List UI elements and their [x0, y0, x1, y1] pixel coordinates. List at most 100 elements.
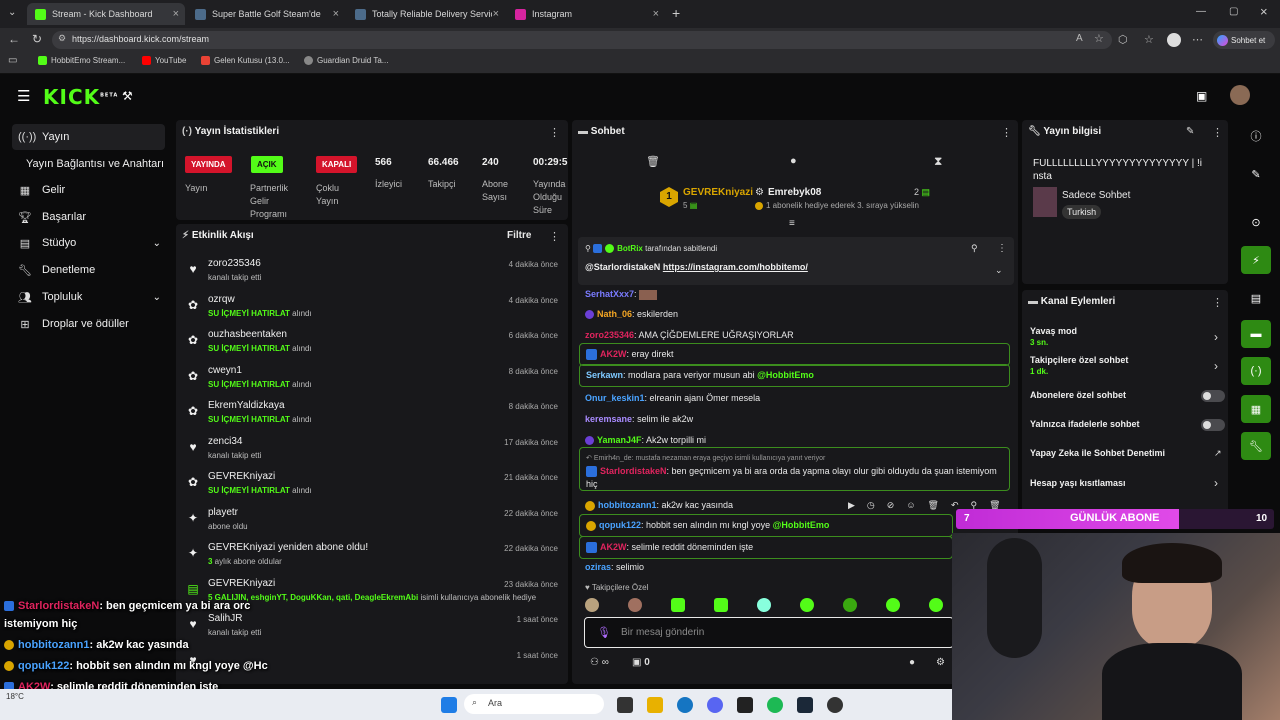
- chat-menu-icon[interactable]: ⋮: [1001, 126, 1012, 139]
- chat-message[interactable]: Onur_keskin1: elreanin ajanı Ömer mesela: [579, 388, 1010, 409]
- hamburger-menu-icon[interactable]: ☰: [17, 87, 30, 105]
- emote-icon[interactable]: [714, 598, 728, 612]
- tab-instagram[interactable]: Instagram ×: [507, 3, 665, 25]
- bookmark-gmail[interactable]: Gelen Kutusu (13.0...: [201, 56, 290, 65]
- url-field[interactable]: ⚙ https://dashboard.kick.com/stream A ☆: [52, 31, 1112, 49]
- windows-start-icon[interactable]: [441, 697, 457, 713]
- pinned-link[interactable]: https://instagram.com/hobbitemo/: [663, 262, 808, 272]
- wrench-icon[interactable]: 🔧︎: [1241, 432, 1271, 460]
- category-thumbnail[interactable]: [1033, 187, 1057, 217]
- edge-icon[interactable]: [677, 697, 693, 713]
- close-tab-icon[interactable]: ×: [173, 8, 179, 20]
- chat-message[interactable]: ↶ Emirh4n_de: mustafa nezaman eraya geçi…: [579, 447, 1010, 491]
- chat-username[interactable]: AK2W: [600, 349, 627, 359]
- sidebar-item-community[interactable]: 👥︎ Topluluk ⌄: [12, 284, 165, 310]
- collapse-leaderboard-icon[interactable]: ≡: [789, 218, 795, 229]
- chat-message[interactable]: AK2W: eray direkt: [579, 343, 1010, 366]
- emote-icon[interactable]: [585, 598, 599, 612]
- chat-message[interactable]: Serkawn: modlara para veriyor musun abi …: [579, 364, 1010, 387]
- chat-username[interactable]: Serkawn: [586, 370, 623, 380]
- broadcast-icon[interactable]: (·): [1241, 357, 1271, 385]
- top-gifter-name[interactable]: GEVREKniyazi: [683, 187, 753, 198]
- activity-item[interactable]: ♥ SalihJR kanalı takip etti 1 saat önce: [186, 611, 566, 647]
- chat-bubble-icon[interactable]: ▬: [1241, 320, 1271, 348]
- emote-icon[interactable]: [929, 598, 943, 612]
- chat-username[interactable]: SerhatXxx7: [585, 289, 634, 299]
- tab-steam-delivery[interactable]: Totally Reliable Delivery Service Stu ×: [347, 3, 505, 25]
- activity-menu-icon[interactable]: ⋮: [549, 230, 560, 243]
- timeout-icon[interactable]: ◷: [867, 500, 875, 511]
- hourglass-icon[interactable]: ⧗: [934, 154, 942, 169]
- user-avatar[interactable]: [1230, 85, 1250, 105]
- favorite-star-icon[interactable]: ☆: [1094, 32, 1104, 45]
- pinned-menu-icon[interactable]: ⋮: [997, 243, 1007, 254]
- sidebar-item-moderation[interactable]: 🔧︎ Denetleme: [12, 257, 165, 283]
- maximize-icon[interactable]: ▢: [1229, 6, 1238, 17]
- chat-username[interactable]: Nath_06: [597, 309, 632, 319]
- bookmark-guardian-druid[interactable]: Guardian Druid Ta...: [304, 56, 388, 65]
- chat-username[interactable]: keremsane: [585, 414, 632, 424]
- emote-icon[interactable]: [757, 598, 771, 612]
- chat-message[interactable]: Nath_06: eskilerden: [579, 304, 1010, 325]
- more-menu-icon[interactable]: ⋯: [1192, 33, 1203, 46]
- target-icon[interactable]: ⊙: [1241, 208, 1271, 236]
- channel-actions-menu-icon[interactable]: ⋮: [1212, 296, 1223, 309]
- emote-icon[interactable]: [843, 598, 857, 612]
- chatters-icon[interactable]: ⚇ ∞: [590, 657, 609, 668]
- taskbar-search[interactable]: ⌕ Ara: [464, 694, 604, 714]
- reload-icon[interactable]: ↻: [32, 32, 42, 46]
- edit-pencil-icon[interactable]: ✎: [1186, 126, 1194, 137]
- profile-icon[interactable]: [1167, 33, 1181, 47]
- chat-settings-icon[interactable]: ⚙: [936, 657, 945, 668]
- emote-icon[interactable]: [886, 598, 900, 612]
- close-tab-icon[interactable]: ×: [653, 8, 659, 20]
- back-icon[interactable]: ←: [8, 32, 20, 46]
- emote-icon[interactable]: [671, 598, 685, 612]
- followers-chat-chevron-icon[interactable]: ›: [1214, 359, 1218, 373]
- copilot-button[interactable]: Sohbet et: [1213, 31, 1275, 49]
- chat-mention[interactable]: @HobbitEmo: [773, 520, 830, 530]
- chat-message[interactable]: SerhatXxx7:: [579, 284, 1010, 305]
- chat-username[interactable]: Onur_keskin1: [585, 393, 645, 403]
- activity-item[interactable]: ✦ playetr abone oldu 22 dakika önce: [186, 505, 566, 541]
- chat-mention[interactable]: @HobbitEmo: [757, 370, 814, 380]
- chat-username[interactable]: StarlordistakeN: [600, 466, 667, 476]
- stats-menu-icon[interactable]: ⋮: [549, 126, 560, 139]
- obs-icon[interactable]: [827, 697, 843, 713]
- chat-username[interactable]: qopuk122: [599, 520, 641, 530]
- file-explorer-icon[interactable]: [647, 697, 663, 713]
- activity-item[interactable]: ♥ zenci34 kanalı takip etti 17 dakika ön…: [186, 434, 566, 470]
- activity-item[interactable]: ✦ GEVREKniyazi yeniden abone oldu! 3 ayl…: [186, 540, 566, 576]
- emote-icon[interactable]: [628, 598, 642, 612]
- pencil-icon[interactable]: ✎: [1241, 160, 1271, 188]
- chat-input[interactable]: 🎙︎ Bir mesaj gönderin: [584, 617, 954, 648]
- emote-icon[interactable]: [800, 598, 814, 612]
- sidebar-item-revenue[interactable]: ▦ Gelir: [12, 177, 165, 203]
- close-tab-icon[interactable]: ×: [333, 8, 339, 20]
- expand-pinned-icon[interactable]: ⌄: [995, 265, 1003, 276]
- terminal-icon[interactable]: [737, 697, 753, 713]
- second-gifter-name[interactable]: Emrebyk08: [768, 187, 821, 198]
- microphone-icon[interactable]: 🎙︎: [597, 626, 611, 639]
- layout-icon[interactable]: ▦: [1241, 395, 1271, 423]
- chat-message[interactable]: keremsane: selim ile ak2w: [579, 409, 1010, 430]
- tab-kick-dashboard[interactable]: Stream - Kick Dashboard ×: [27, 3, 185, 25]
- activity-item[interactable]: ✿ GEVREKniyazi SU İÇMEYİ HATIRLAT alındı…: [186, 469, 566, 505]
- chat-icon[interactable]: ●: [790, 155, 797, 167]
- task-view-icon[interactable]: [617, 697, 633, 713]
- delete-icon[interactable]: 🗑︎: [928, 500, 939, 511]
- new-tab-icon[interactable]: +: [672, 5, 680, 21]
- chat-message[interactable]: AK2W: selimle reddit döneminden işte: [579, 536, 953, 559]
- info-icon[interactable]: ⓘ: [1241, 122, 1271, 150]
- external-link-icon[interactable]: ↗: [1214, 448, 1222, 459]
- document-icon[interactable]: ▤: [1241, 284, 1271, 312]
- extensions-icon[interactable]: ⬡: [1118, 33, 1128, 46]
- unpin-icon[interactable]: ⚲: [971, 243, 978, 254]
- sidebar-item-stream-key[interactable]: Yayın Bağlantısı ve Anahtarı: [12, 151, 177, 177]
- slow-mode-chevron-icon[interactable]: ›: [1214, 330, 1218, 344]
- filter-button[interactable]: Filtre: [507, 230, 531, 241]
- stream-info-menu-icon[interactable]: ⋮: [1212, 126, 1223, 139]
- activity-item[interactable]: ✿ ouzhasbeentaken SU İÇMEYİ HATIRLAT alı…: [186, 327, 566, 363]
- chat-message[interactable]: qopuk122: hobbit sen alındın mı kngl yoy…: [579, 514, 953, 537]
- treasure-icon[interactable]: ▣ 0: [632, 657, 650, 668]
